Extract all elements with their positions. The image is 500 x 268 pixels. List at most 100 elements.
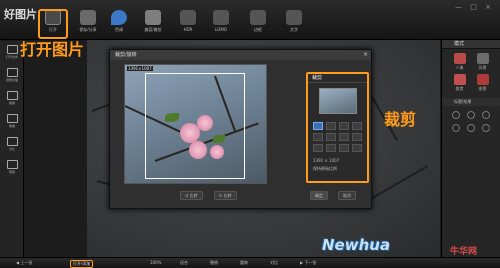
ratio-option[interactable] (313, 144, 323, 152)
rotate-left-button[interactable]: ↺ 左转 (180, 191, 203, 200)
next-button[interactable]: ▶ 下一张 (300, 260, 316, 266)
ratio-option[interactable] (326, 133, 336, 141)
effect-dial-icon[interactable] (466, 124, 475, 132)
preview-size-label: 1391×1007 (127, 66, 153, 71)
compare-button[interactable]: 对比 (270, 260, 278, 266)
toolbar-label: 文字 (290, 27, 298, 32)
toolbar-label: 色调 (115, 27, 123, 32)
crop-panel-header: 裁剪 (308, 74, 367, 83)
width-height-fields[interactable]: 1391 × 1007 (313, 158, 367, 163)
compare-icon (6, 137, 18, 146)
sidebar-item-redo[interactable]: 重做 (2, 113, 22, 133)
window-controls[interactable]: — □ × (455, 3, 494, 11)
toolbar-lomo-button[interactable]: LOMO (208, 10, 234, 39)
toolbar-beauty-button[interactable]: 美容/美妆 (140, 10, 166, 39)
toolbar-label: 边框 (254, 27, 262, 32)
annotation-crop: 裁剪 (384, 110, 417, 129)
ratio-option[interactable] (352, 122, 362, 130)
redo-button[interactable]: 重做 (240, 260, 248, 266)
droplet-icon (111, 10, 127, 25)
watermark-cn: 牛华网 (450, 247, 478, 257)
mode-portrait[interactable]: 人像 (448, 53, 471, 71)
toolbar-hdr-button[interactable]: HDR (175, 10, 201, 39)
cancel-button[interactable]: 取消 (338, 191, 356, 200)
help-icon (6, 160, 18, 169)
toolbar-label: 保存/分享 (79, 27, 97, 32)
mode-label: 风景 (478, 65, 487, 70)
crop-dialog: 裁剪/旋转 × 1391×1007 裁剪 1391 × 1007 保持原始比例 … (109, 49, 372, 209)
frame-icon (250, 10, 266, 25)
toolbar-label: 美容/美妆 (144, 27, 162, 32)
sidebar-item-undo[interactable]: 撤销 (2, 90, 22, 110)
landscape-icon (476, 53, 489, 64)
prev-button[interactable]: ◀ 上一张 (16, 260, 32, 266)
play-icon (6, 68, 18, 77)
undo-icon (6, 91, 18, 100)
ratio-option[interactable] (313, 122, 323, 130)
text-icon (286, 10, 302, 25)
left-sidebar: 打开文件 批量处理 撤销 重做 对比 帮助 (0, 41, 24, 257)
toolbar-tone-button[interactable]: 色调 (106, 10, 132, 39)
mode-night[interactable]: 夜景 (471, 74, 494, 92)
bottom-bar: ◀ 上一张 打开/添加 100% 适合 撤销 重做 对比 ▶ 下一张 (0, 257, 500, 268)
top-toolbar: 好图片 打开 保存/分享 色调 美容/美妆 HDR LOMO 边框 文字 — □… (0, 0, 500, 40)
effect-dial-icon[interactable] (451, 124, 460, 132)
sidebar-item-label: 重做 (8, 124, 15, 128)
ratio-option[interactable] (313, 133, 323, 141)
ratio-option[interactable] (352, 144, 362, 152)
toolbar-label: LOMO (215, 27, 227, 32)
sidebar-item-label: 对比 (8, 147, 15, 151)
ok-button[interactable]: 确定 (310, 191, 328, 200)
ratio-option[interactable] (339, 144, 349, 152)
background-branch (366, 165, 429, 202)
portrait-icon (453, 53, 466, 64)
open-add-button[interactable]: 打开/添加 (70, 260, 94, 268)
right-panel-subheader: 标题/效果 (442, 98, 500, 106)
sidebar-item-compare[interactable]: 对比 (2, 136, 22, 156)
app-logo: 好图片 (4, 8, 37, 21)
crop-preview[interactable]: 1391×1007 (124, 64, 267, 184)
toolbar-label: HDR (183, 27, 193, 32)
effect-dial-icon[interactable] (482, 124, 491, 132)
dialog-title: 裁剪/旋转 (110, 50, 371, 60)
toolbar-text-button[interactable]: 文字 (281, 10, 307, 39)
ratio-option[interactable] (339, 133, 349, 141)
ratio-option[interactable] (352, 133, 362, 141)
lomo-icon (213, 10, 229, 25)
app-window: 好图片 打开 保存/分享 色调 美容/美妆 HDR LOMO 边框 文字 — □… (0, 0, 500, 268)
toolbar-frame-button[interactable]: 边框 (245, 10, 271, 39)
ratio-option[interactable] (326, 122, 336, 130)
close-icon[interactable]: × (363, 51, 368, 58)
effect-dial-grid (442, 106, 500, 137)
crop-selection-box[interactable] (145, 73, 245, 179)
ratio-option[interactable] (326, 144, 336, 152)
mode-label: 夜景 (478, 86, 487, 91)
effect-dial-icon[interactable] (482, 111, 491, 119)
sidebar-item-help[interactable]: 帮助 (2, 159, 22, 179)
sidebar-item-open-file[interactable]: 打开文件 (2, 44, 22, 64)
sidebar-item-label: 打开文件 (5, 55, 18, 59)
sidebar-item-label: 批量处理 (5, 78, 18, 82)
keep-ratio-checkbox[interactable]: 保持原始比例 (313, 166, 367, 172)
effect-dial-icon[interactable] (466, 111, 475, 119)
mode-grid: 人像 风景 美食 夜景 (442, 49, 500, 96)
mode-label: 人像 (455, 65, 464, 70)
crop-settings-panel: 裁剪 1391 × 1007 保持原始比例 (306, 72, 369, 183)
rotate-right-button[interactable]: ↻ 右转 (214, 191, 237, 200)
zoom-100-button[interactable]: 100% (150, 260, 161, 265)
crop-thumbnail (318, 88, 357, 114)
mode-landscape[interactable]: 风景 (471, 53, 494, 71)
fit-button[interactable]: 适合 (180, 260, 188, 266)
undo-button[interactable]: 撤销 (210, 260, 218, 266)
sidebar-item-batch[interactable]: 批量处理 (2, 67, 22, 87)
sidebar-item-label: 帮助 (8, 170, 15, 174)
toolbar-save-share-button[interactable]: 保存/分享 (75, 10, 101, 39)
ratio-option[interactable] (339, 122, 349, 130)
effect-dial-icon[interactable] (451, 111, 460, 119)
redo-icon (6, 114, 18, 123)
food-icon (453, 74, 466, 85)
right-panel: 模式 人像 风景 美食 夜景 标题/效果 (441, 40, 500, 257)
dialog-button-bar: ↺ 左转 ↻ 右转 确定 取消 (124, 190, 368, 202)
mode-food[interactable]: 美食 (448, 74, 471, 92)
annotation-open-image: 打开图片 (20, 40, 85, 59)
